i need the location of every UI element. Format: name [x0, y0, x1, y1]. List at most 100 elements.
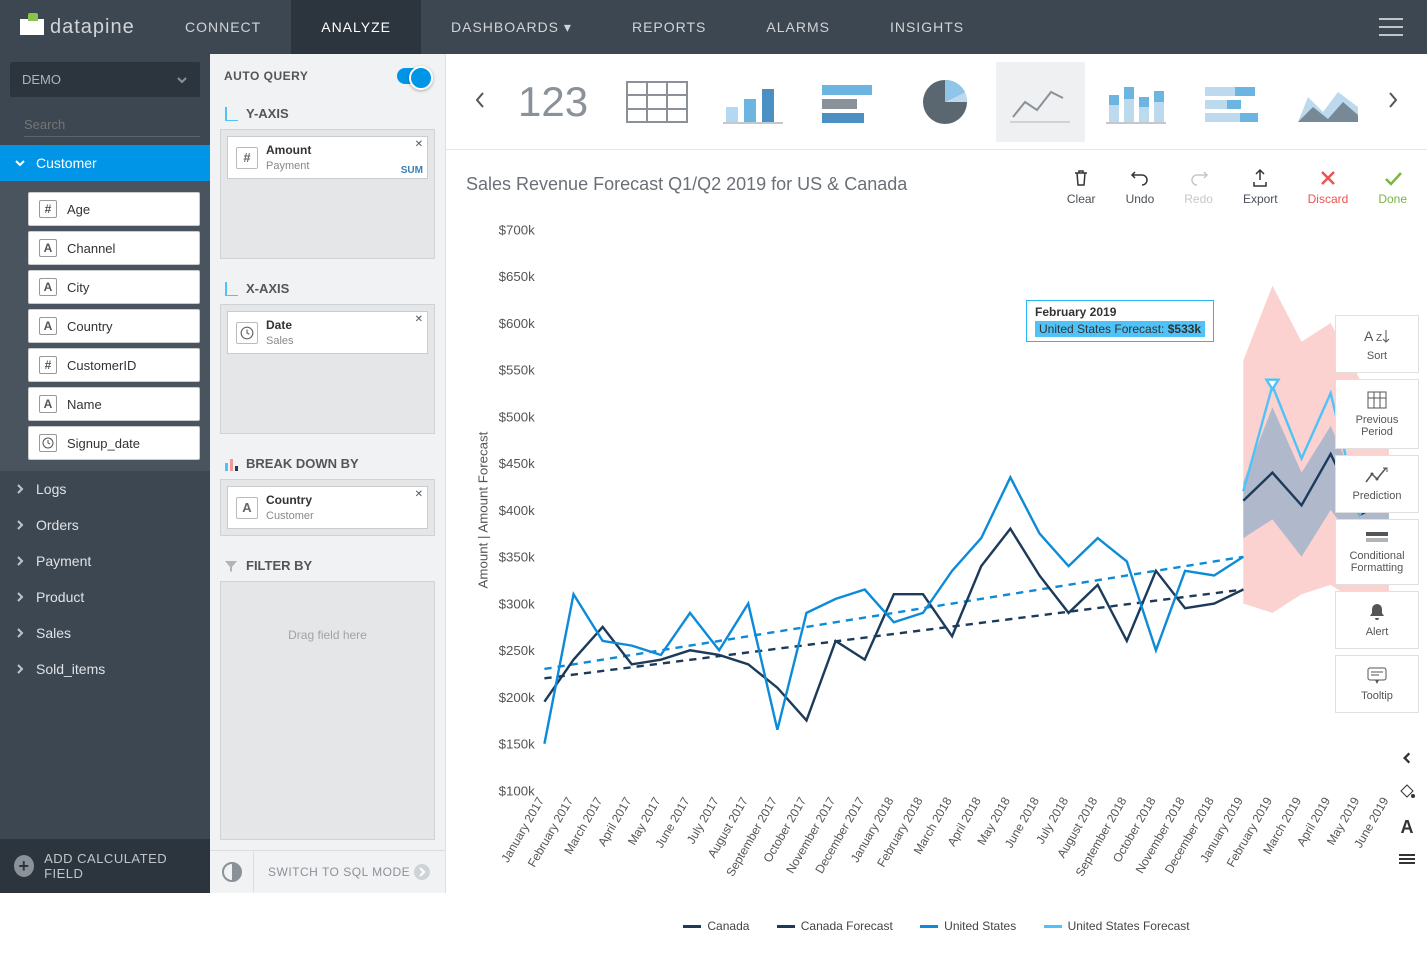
- nav-insights[interactable]: INSIGHTS: [860, 0, 994, 54]
- date-type-icon: [39, 434, 57, 452]
- layers-tool-button[interactable]: [1394, 848, 1420, 873]
- svg-text:$550k: $550k: [499, 363, 536, 378]
- text-tool-button[interactable]: A: [1397, 813, 1418, 842]
- search-input[interactable]: [24, 113, 200, 137]
- legend: Canada Canada Forecast United States Uni…: [466, 907, 1407, 953]
- contrast-button[interactable]: [210, 852, 254, 892]
- chart-type-column[interactable]: [708, 62, 798, 142]
- hamburger-icon: [1379, 18, 1403, 36]
- chart-type-stacked-column[interactable]: [1091, 62, 1181, 142]
- trash-icon: [1071, 168, 1091, 188]
- field-customerid[interactable]: #CustomerID: [28, 348, 200, 382]
- xaxis-label: X-AXIS: [210, 269, 445, 304]
- tree-section-sales[interactable]: Sales: [0, 615, 210, 651]
- text-type-icon: A: [39, 395, 57, 413]
- date-type-icon: [236, 322, 258, 344]
- breakdown-dropzone[interactable]: A CountryCustomer ✕: [220, 479, 435, 536]
- export-button[interactable]: Export: [1243, 168, 1278, 206]
- collapse-right-button[interactable]: [1396, 747, 1418, 772]
- redo-icon: [1189, 168, 1209, 188]
- bell-icon: [1367, 602, 1387, 622]
- breakdown-icon: [224, 457, 238, 471]
- field-name[interactable]: AName: [28, 387, 200, 421]
- fill-tool-button[interactable]: [1394, 778, 1420, 807]
- legend-us-forecast[interactable]: United States Forecast: [1044, 919, 1190, 933]
- filter-dropzone[interactable]: Drag field here: [220, 581, 435, 840]
- field-country[interactable]: ACountry: [28, 309, 200, 343]
- yaxis-pill-amount[interactable]: # AmountPayment ✕ SUM: [227, 136, 428, 179]
- source-selector[interactable]: DEMO: [10, 62, 200, 97]
- chart-type-bar[interactable]: [804, 62, 894, 142]
- chart-type-line[interactable]: [996, 62, 1086, 142]
- chevron-right-icon: [14, 627, 26, 639]
- svg-text:$300k: $300k: [499, 596, 536, 611]
- remove-pill-icon[interactable]: ✕: [415, 314, 423, 325]
- xaxis-icon: [224, 282, 238, 296]
- chart-type-area[interactable]: [1283, 62, 1373, 142]
- field-channel[interactable]: AChannel: [28, 231, 200, 265]
- xaxis-dropzone[interactable]: DateSales ✕: [220, 304, 435, 434]
- agg-label[interactable]: SUM: [401, 165, 423, 176]
- tree-section-orders[interactable]: Orders: [0, 507, 210, 543]
- text-type-icon: A: [236, 497, 258, 519]
- alert-tool[interactable]: Alert: [1335, 591, 1419, 649]
- chevron-right-icon: [14, 663, 26, 675]
- tree-section-customer[interactable]: Customer: [0, 145, 210, 181]
- legend-canada[interactable]: Canada: [683, 919, 749, 933]
- chart-actions: Clear Undo Redo Export Discard Done: [1067, 168, 1407, 206]
- add-calculated-field-button[interactable]: + ADD CALCULATED FIELD: [0, 839, 210, 893]
- tree-section-logs[interactable]: Logs: [0, 471, 210, 507]
- layers-icon: [1398, 852, 1416, 866]
- tooltip-tool[interactable]: Tooltip: [1335, 655, 1419, 713]
- chart-type-stacked-bar[interactable]: [1187, 62, 1277, 142]
- redo-button[interactable]: Redo: [1184, 168, 1213, 206]
- remove-pill-icon[interactable]: ✕: [415, 489, 423, 500]
- logo-icon: [20, 19, 44, 35]
- yaxis-dropzone[interactable]: # AmountPayment ✕ SUM: [220, 129, 435, 259]
- nav-analyze[interactable]: ANALYZE: [291, 0, 421, 54]
- nav-connect[interactable]: CONNECT: [155, 0, 291, 54]
- column-chart-icon: [718, 77, 788, 127]
- bar-chart-icon: [814, 77, 884, 127]
- field-signupdate[interactable]: Signup_date: [28, 426, 200, 460]
- previous-period-tool[interactable]: Previous Period: [1335, 379, 1419, 449]
- nav-dashboards[interactable]: DASHBOARDS ▾: [421, 0, 602, 54]
- search-row: [0, 105, 210, 145]
- chart-area: Sales Revenue Forecast Q1/Q2 2019 for US…: [446, 150, 1427, 893]
- legend-canada-forecast[interactable]: Canada Forecast: [777, 919, 893, 933]
- field-city[interactable]: ACity: [28, 270, 200, 304]
- hamburger-menu[interactable]: [1355, 18, 1427, 36]
- yaxis-icon: [224, 107, 238, 121]
- switch-sql-button[interactable]: SWITCH TO SQL MODE: [254, 851, 445, 893]
- conditional-formatting-tool[interactable]: Conditional Formatting: [1335, 519, 1419, 585]
- area-chart-icon: [1293, 77, 1363, 127]
- done-button[interactable]: Done: [1378, 168, 1407, 206]
- auto-query-toggle[interactable]: [397, 68, 431, 84]
- paint-bucket-icon: [1398, 782, 1416, 800]
- chart-type-number[interactable]: 123: [500, 78, 606, 126]
- discard-button[interactable]: Discard: [1308, 168, 1349, 206]
- nav-alarms[interactable]: ALARMS: [736, 0, 860, 54]
- tree-section-payment[interactable]: Payment: [0, 543, 210, 579]
- text-type-icon: A: [39, 278, 57, 296]
- sort-tool[interactable]: AZSort: [1335, 315, 1419, 373]
- tree-section-product[interactable]: Product: [0, 579, 210, 615]
- chart-type-pie[interactable]: [900, 62, 990, 142]
- legend-us[interactable]: United States: [920, 919, 1016, 933]
- svg-text:Z: Z: [1376, 333, 1382, 344]
- chart-canvas[interactable]: $100k$150k$200k$250k$300k$350k$400k$450k…: [466, 216, 1407, 907]
- remove-pill-icon[interactable]: ✕: [415, 139, 423, 150]
- tree-section-solditems[interactable]: Sold_items: [0, 651, 210, 687]
- chart-type-table[interactable]: [612, 62, 702, 142]
- nav-reports[interactable]: REPORTS: [602, 0, 736, 54]
- undo-button[interactable]: Undo: [1126, 168, 1155, 206]
- prediction-tool[interactable]: Prediction: [1335, 455, 1419, 513]
- tree: Customer #Age AChannel ACity ACountry #C…: [0, 145, 210, 839]
- chart-types-prev[interactable]: [466, 83, 494, 120]
- xaxis-pill-date[interactable]: DateSales ✕: [227, 311, 428, 354]
- field-age[interactable]: #Age: [28, 192, 200, 226]
- chevron-down-icon: ▾: [564, 19, 572, 36]
- clear-button[interactable]: Clear: [1067, 168, 1096, 206]
- chart-types-next[interactable]: [1379, 83, 1407, 120]
- breakdown-pill-country[interactable]: A CountryCustomer ✕: [227, 486, 428, 529]
